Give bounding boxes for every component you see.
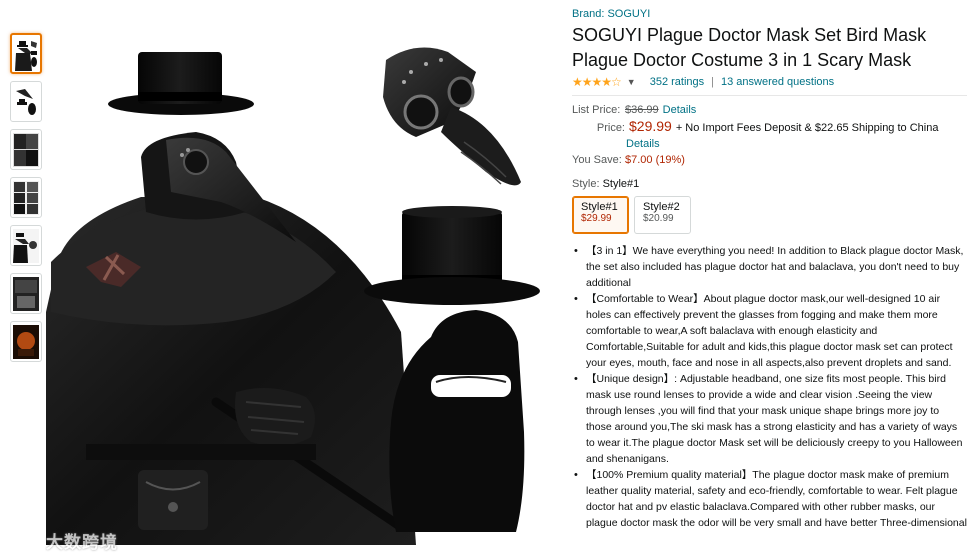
list-price-row: List Price: $36.99 Details: [572, 102, 967, 118]
product-title: SOGUYI Plague Doctor Mask Set Bird Mask …: [572, 25, 927, 70]
style-option-2[interactable]: Style#2 $20.99: [634, 196, 691, 234]
details-row: Details: [572, 136, 967, 152]
rating-separator: |: [711, 76, 715, 88]
divider: [572, 95, 967, 96]
mask-thumbnail-image: [13, 84, 39, 119]
costume-thumbnail-image: [13, 36, 39, 71]
price-value: $29.99: [629, 118, 672, 134]
style-selected-value: Style#1: [602, 178, 640, 190]
style-label: Style: Style#1: [572, 178, 967, 190]
rating-row: ★★★★☆ ▼ 352 ratings | 13 answered questi…: [572, 75, 967, 89]
brand-link[interactable]: Brand: SOGUYI: [572, 8, 967, 20]
thumbnail-2[interactable]: [10, 81, 42, 122]
price-row: Price: $29.99 + No Import Fees Deposit &…: [572, 118, 967, 136]
feature-bullet-3: 【Unique design】: Adjustable headband, on…: [572, 371, 967, 467]
style-option-name: Style#1: [581, 201, 618, 213]
main-product-image[interactable]: [46, 12, 568, 545]
scene-thumbnail-image: [13, 276, 39, 311]
shipping-details-link[interactable]: Details: [626, 136, 660, 152]
thumbnail-6[interactable]: [10, 273, 42, 314]
star-rating-icon[interactable]: ★★★★☆: [572, 75, 622, 89]
feature-bullet-1: 【3 in 1】We have everything you need! In …: [572, 243, 967, 291]
plague-doctor-costume-image: [46, 47, 540, 545]
feature-bullet-2: 【Comfortable to Wear】About plague doctor…: [572, 291, 967, 371]
shipping-note: + No Import Fees Deposit & $22.65 Shippi…: [675, 122, 939, 134]
feature-bullets: 【3 in 1】We have everything you need! In …: [572, 243, 967, 531]
product-detail: Brand: SOGUYI SOGUYI Plague Doctor Mask …: [572, 8, 967, 531]
style-options: Style#1 $29.99 Style#2 $20.99: [572, 196, 967, 234]
feature-bullet-4: 【100% Premium quality material】The plagu…: [572, 467, 967, 531]
answered-questions-link[interactable]: 13 answered questions: [721, 76, 834, 88]
style-option-price: $20.99: [643, 213, 674, 224]
style-option-1[interactable]: Style#1 $29.99: [572, 196, 629, 234]
halloween-thumbnail-image: [13, 324, 39, 359]
model-thumbnail-image: [13, 228, 39, 263]
you-save-value: $7.00 (19%): [625, 154, 685, 166]
you-save-row: You Save: $7.00 (19%): [572, 152, 967, 168]
watermark: 大数跨境: [4, 527, 118, 553]
chevron-down-icon[interactable]: ▼: [627, 77, 636, 87]
you-save-label: You Save:: [572, 154, 622, 166]
list-price-value: $36.99: [625, 104, 659, 116]
thumbnail-3[interactable]: [10, 129, 42, 170]
price-block: List Price: $36.99 Details Price: $29.99…: [572, 102, 967, 168]
ratings-count-link[interactable]: 352 ratings: [650, 76, 704, 88]
style-label-text: Style:: [572, 178, 600, 190]
thumbnail-7[interactable]: [10, 321, 42, 362]
style-option-price: $29.99: [581, 213, 612, 224]
thumbnail-1[interactable]: [10, 33, 42, 74]
style-option-name: Style#2: [643, 201, 680, 213]
thumbnail-5[interactable]: [10, 225, 42, 266]
list-price-details-link[interactable]: Details: [663, 102, 697, 118]
detail-thumbnail-image: [13, 132, 39, 167]
price-label: Price:: [596, 122, 625, 134]
grid-thumbnail-image: [13, 180, 39, 215]
watermark-logo-icon: [4, 531, 40, 549]
list-price-label: List Price:: [572, 104, 621, 116]
thumbnail-4[interactable]: [10, 177, 42, 218]
watermark-text: 大数跨境: [46, 532, 118, 553]
thumbnail-strip: [10, 33, 42, 369]
